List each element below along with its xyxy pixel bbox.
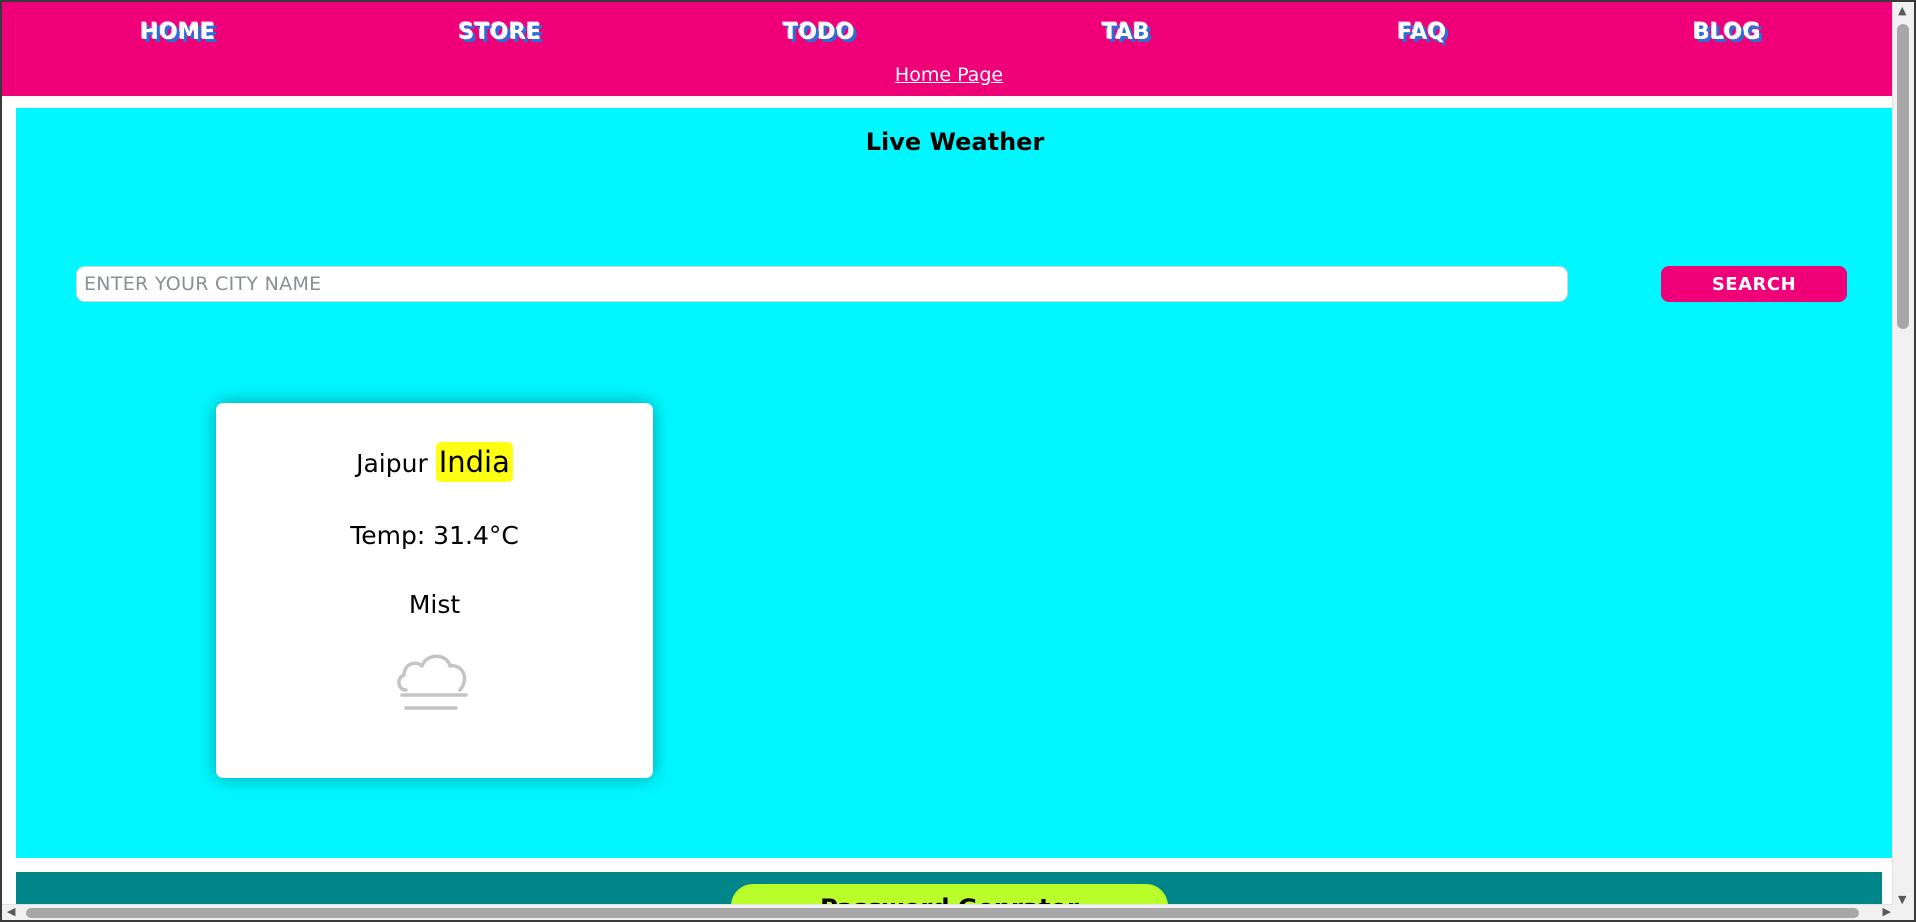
weather-card: Jaipur India Temp: 31.4°C Mist — [216, 403, 653, 778]
vertical-scrollbar[interactable]: ▲ ▼ — [1892, 2, 1914, 920]
scroll-right-arrow-icon[interactable]: ▶ — [1883, 905, 1891, 918]
nav-store[interactable]: STORE — [458, 20, 541, 45]
weather-section: Live Weather SEARCH Jaipur India Temp: 3… — [16, 108, 1894, 858]
nav-faq[interactable]: FAQ — [1397, 20, 1446, 45]
mist-cloud-icon — [394, 648, 474, 718]
nav-blog[interactable]: BLOG — [1693, 20, 1761, 45]
nav-tab[interactable]: TAB — [1102, 20, 1150, 45]
nav-home[interactable]: HOME — [140, 20, 215, 45]
city-search-input[interactable] — [76, 266, 1568, 302]
horizontal-scrollbar[interactable]: ◀ ▶ — [2, 904, 1896, 920]
scroll-left-arrow-icon[interactable]: ◀ — [7, 905, 15, 918]
browser-window: HOME STORE TODO TAB FAQ BLOG Home Page L… — [0, 0, 1916, 922]
scrollbar-corner — [1892, 904, 1914, 920]
weather-title: Live Weather — [865, 128, 1045, 156]
city-name: Jaipur — [356, 449, 428, 478]
location-line: Jaipur India — [216, 442, 653, 482]
country-badge: India — [435, 442, 513, 482]
weather-condition: Mist — [408, 590, 461, 619]
nav-todo[interactable]: TODO — [783, 20, 855, 45]
top-navigation: HOME STORE TODO TAB FAQ BLOG Home Page — [2, 2, 1896, 96]
home-page-link[interactable]: Home Page — [895, 64, 1003, 86]
vertical-scroll-thumb[interactable] — [1897, 24, 1909, 329]
horizontal-scroll-thumb[interactable] — [26, 908, 1859, 918]
search-button[interactable]: SEARCH — [1661, 266, 1847, 302]
scroll-up-arrow-icon[interactable]: ▲ — [1898, 4, 1906, 17]
temperature-text: Temp: 31.4°C — [350, 521, 519, 550]
